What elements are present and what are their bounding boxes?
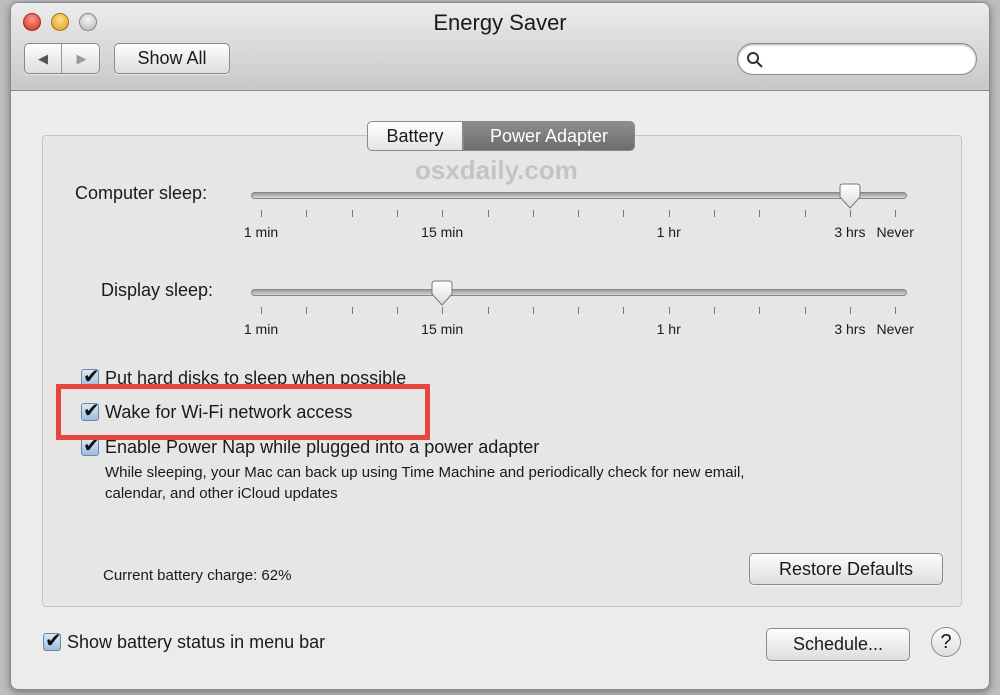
slider-tick — [351, 307, 353, 314]
slider-tick — [487, 307, 489, 314]
tab-power-adapter[interactable]: Power Adapter — [463, 121, 635, 151]
slider-tick — [578, 307, 580, 314]
slider-tick — [306, 210, 308, 217]
slider-tick — [895, 210, 897, 217]
slider-tick — [442, 210, 444, 217]
slider-tick — [714, 210, 715, 217]
slider-tick — [668, 307, 670, 314]
show-battery-status-label: Show battery status in menu bar — [67, 632, 326, 652]
slider-tick — [532, 307, 534, 314]
slider-tick — [804, 307, 806, 314]
tick-label: 1 hr — [656, 224, 681, 240]
power-nap-description-2: calendar, and other iCloud updates — [105, 485, 338, 502]
power-nap-checkbox[interactable] — [81, 433, 100, 458]
slider-tick — [306, 307, 308, 314]
tick-label: Never — [876, 321, 914, 337]
show-all-button[interactable]: Show All — [114, 43, 230, 74]
tick-label: 1 min — [243, 321, 279, 337]
back-arrow-icon[interactable]: ◀ — [25, 44, 62, 73]
slider-tick — [261, 210, 262, 217]
slider-thumb[interactable] — [838, 183, 862, 209]
battery-charge: Current battery charge: 62% — [103, 567, 292, 584]
computer-sleep-label: Computer sleep: — [75, 183, 208, 203]
help-button[interactable]: ? — [931, 627, 961, 657]
slider-tick — [261, 307, 262, 314]
tab-battery[interactable]: Battery — [367, 121, 463, 151]
slider-tick — [759, 210, 761, 217]
forward-arrow-icon[interactable]: ▶ — [63, 44, 100, 73]
slider-tick — [804, 210, 806, 217]
energy-saver-window: Energy Saver ◀ ▶ Show All Battery Power … — [10, 2, 990, 690]
slider-tick — [668, 210, 670, 217]
slider-tick — [759, 307, 761, 314]
slider-tick — [532, 210, 534, 217]
slider-tick — [487, 210, 489, 217]
computer-sleep-slider[interactable] — [251, 192, 907, 199]
display-sleep-label: Display sleep: — [101, 280, 214, 300]
power-nap-label: Enable Power Nap while plugged into a po… — [105, 437, 540, 457]
slider-tick — [442, 307, 444, 314]
tick-label: 3 hrs — [834, 224, 866, 240]
tick-label: 15 min — [421, 321, 464, 337]
slider-tick — [351, 210, 353, 217]
highlight-box — [56, 384, 430, 440]
search-icon — [747, 52, 763, 68]
display-sleep-slider[interactable] — [251, 289, 907, 296]
tick-label: 15 min — [421, 224, 464, 240]
watermark: osxdaily.com — [415, 155, 578, 185]
slider-thumb[interactable] — [430, 280, 454, 306]
tick-label: 1 min — [243, 224, 279, 240]
slider-tick — [623, 210, 625, 217]
slider-tick — [714, 307, 715, 314]
window-title: Energy Saver — [433, 10, 567, 35]
restore-defaults-button[interactable]: Restore Defaults — [749, 553, 943, 585]
slider-tick — [578, 210, 580, 217]
tick-label: 3 hrs — [834, 321, 866, 337]
slider-tick — [623, 307, 625, 314]
slider-tick — [396, 307, 398, 314]
slider-tick — [396, 210, 398, 217]
tick-label: Never — [876, 224, 914, 240]
tick-label: 1 hr — [656, 321, 681, 337]
back-forward-control: ◀ ▶ — [24, 43, 100, 74]
schedule-button[interactable]: Schedule... — [766, 628, 910, 661]
toolbar: Energy Saver ◀ ▶ Show All — [11, 3, 989, 91]
power-nap-description: While sleeping, your Mac can back up usi… — [105, 464, 745, 481]
show-battery-status-checkbox[interactable] — [43, 628, 62, 653]
slider-tick — [849, 307, 851, 314]
slider-tick — [895, 307, 897, 314]
slider-tick — [849, 210, 851, 217]
search-input[interactable] — [737, 43, 977, 75]
